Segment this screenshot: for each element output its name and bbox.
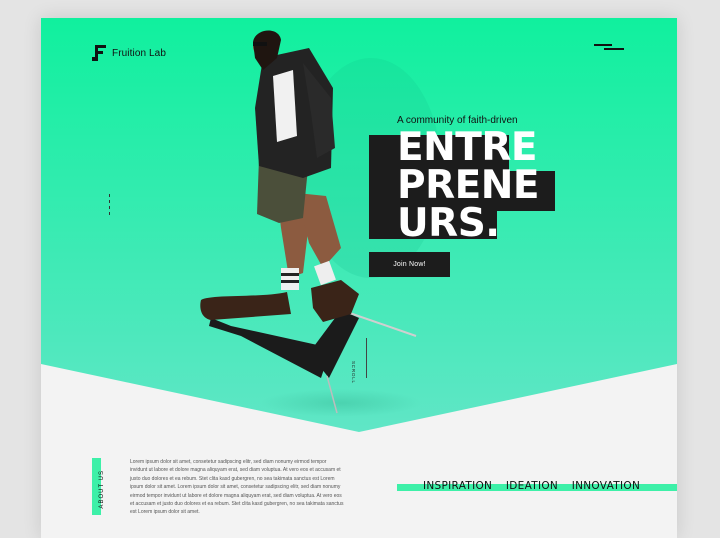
headline-line-1: ENTRE — [397, 125, 538, 170]
fruition-logo-icon — [92, 45, 106, 61]
headline-line-3: URS. — [397, 201, 500, 246]
brand-logo[interactable]: Fruition Lab — [92, 45, 166, 61]
pillar-innovation: INNOVATION — [571, 480, 641, 492]
hero-figure-illustration — [200, 30, 441, 414]
side-scroll-indicator — [109, 194, 110, 218]
about-body-text: Lorem ipsum dolor sit amet, consetetur s… — [130, 459, 344, 516]
scroll-label[interactable]: SCROLL — [351, 361, 356, 384]
scroll-line — [366, 338, 367, 378]
about-us-label[interactable]: ABOUT US — [99, 470, 105, 509]
brand-name: Fruition Lab — [112, 47, 167, 59]
landing-page: Fruition Lab A community of faith-driven… — [41, 18, 677, 538]
hamburger-menu-icon[interactable] — [594, 44, 624, 52]
pillar-inspiration: INSPIRATION — [423, 480, 493, 492]
pillar-ideation: IDEATION — [505, 480, 559, 492]
join-now-button[interactable]: Join Now! — [369, 252, 450, 277]
headline-line-2: PRENE — [397, 163, 540, 208]
pillars-list: INSPIRATION IDEATION INNOVATION — [423, 480, 650, 492]
